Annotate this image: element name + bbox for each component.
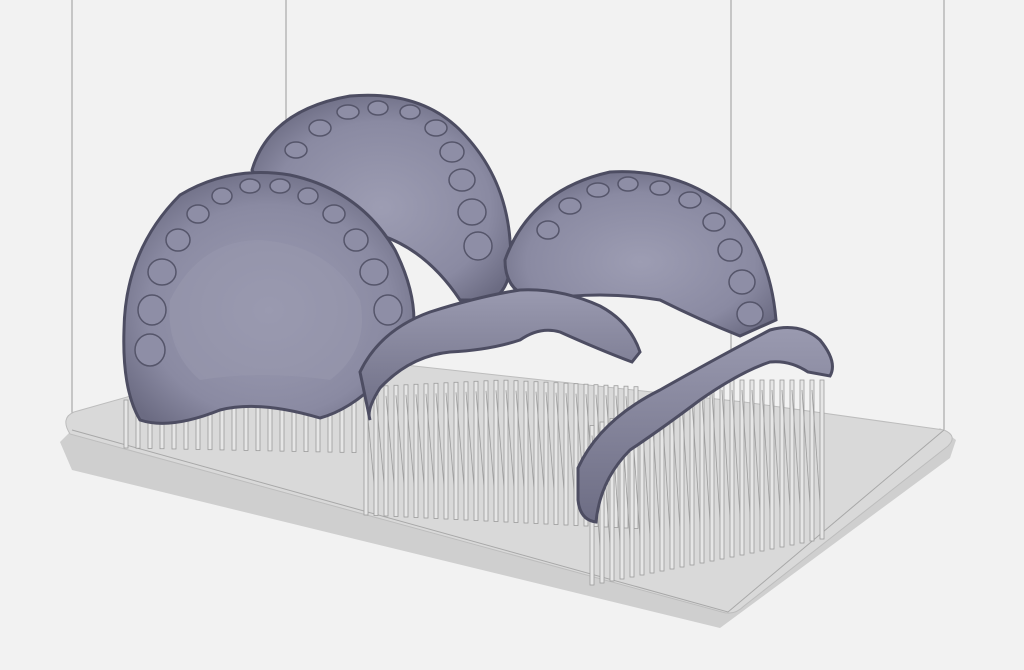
tooth — [134, 333, 166, 367]
support-pillar — [351, 399, 357, 453]
support-pillar — [403, 384, 409, 518]
support-pillar — [523, 380, 529, 524]
tooth — [137, 294, 167, 326]
tooth — [343, 228, 369, 252]
support-pillar — [503, 379, 509, 523]
tooth — [211, 187, 233, 205]
tooth — [297, 187, 319, 205]
support-pillar — [483, 380, 489, 522]
tooth — [239, 178, 261, 194]
tooth — [717, 238, 743, 262]
tooth — [728, 269, 756, 295]
tooth — [373, 294, 403, 326]
tooth — [457, 198, 487, 226]
support-pillar — [533, 381, 539, 524]
tooth — [308, 119, 332, 137]
tooth — [702, 212, 726, 232]
tooth — [678, 191, 702, 209]
tooth — [367, 100, 389, 116]
tooth — [359, 258, 389, 286]
support-pillar — [373, 385, 379, 516]
support-pillar — [123, 399, 129, 449]
support-pillar — [443, 382, 449, 520]
support-pillar — [453, 381, 459, 520]
support-pillar — [433, 382, 439, 519]
support-pillar — [383, 385, 389, 517]
tooth — [448, 168, 476, 192]
tooth — [399, 104, 421, 120]
support-pillar — [553, 382, 559, 525]
tooth — [649, 180, 671, 196]
support-pillar — [563, 382, 569, 526]
support-pillar — [423, 383, 429, 519]
support-pillar — [463, 381, 469, 521]
tooth — [736, 301, 764, 327]
tooth — [322, 204, 346, 224]
tooth — [165, 228, 191, 252]
tooth — [558, 197, 582, 215]
tooth — [269, 178, 291, 194]
support-pillar — [473, 380, 479, 521]
support-pillar — [393, 384, 399, 517]
support-pillar — [819, 379, 825, 540]
tooth — [147, 258, 177, 286]
tooth — [617, 176, 639, 192]
support-pillar — [493, 379, 499, 522]
support-pillar — [413, 383, 419, 518]
3d-print-viewport[interactable] — [0, 0, 1024, 670]
support-pillar — [543, 381, 549, 525]
tooth — [586, 182, 610, 198]
tooth — [439, 141, 465, 163]
tooth — [284, 141, 308, 159]
tooth — [536, 220, 560, 240]
tooth — [424, 119, 448, 137]
tooth — [186, 204, 210, 224]
tooth — [463, 231, 493, 261]
tooth — [336, 104, 360, 120]
support-pillar — [513, 380, 519, 523]
scene-canvas[interactable] — [0, 0, 1024, 670]
